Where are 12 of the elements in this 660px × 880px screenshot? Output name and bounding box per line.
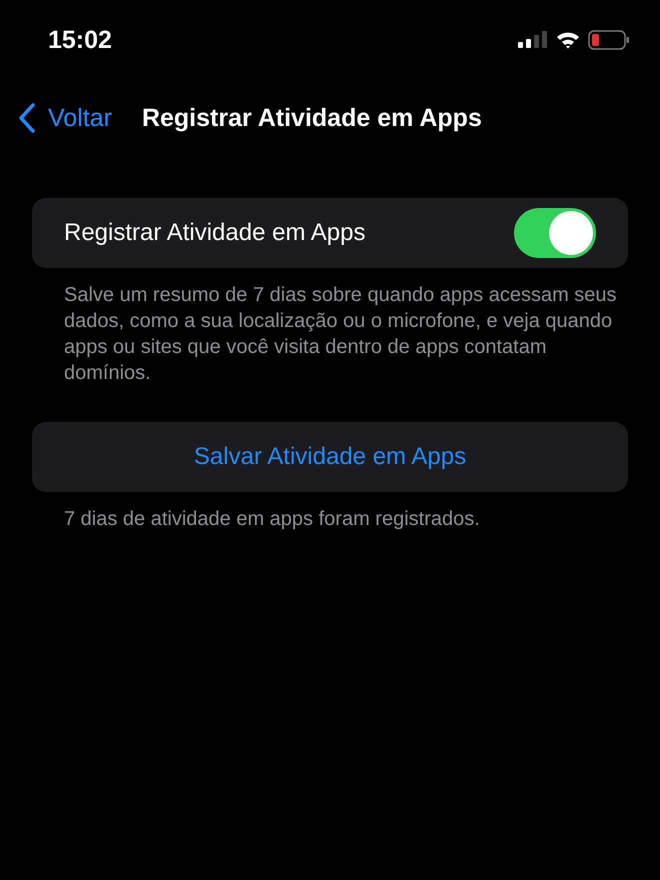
footer-text: Salve um resumo de 7 dias sobre quando apps acessam seus dados, como a sua localização ou o microfone, e veja quando apps ou sites que você visita dentro de apps contatam domínios.: [64, 283, 618, 386]
chevron-left-icon: [18, 103, 36, 133]
wifi-icon: [556, 31, 580, 49]
setting-label: Registrar Atividade em Apps: [64, 219, 366, 247]
back-button[interactable]: Voltar: [18, 103, 112, 133]
status-time: 15:02: [48, 26, 112, 54]
toggle-switch[interactable]: [514, 208, 596, 258]
battery-icon: [588, 30, 630, 50]
save-button[interactable]: Salvar Atividade em Apps: [32, 422, 628, 492]
page-title: Registrar Atividade em Apps: [142, 104, 482, 132]
footer-text: 7 dias de atividade em apps foram registrados.: [64, 507, 481, 532]
signal-icon: [518, 31, 548, 49]
